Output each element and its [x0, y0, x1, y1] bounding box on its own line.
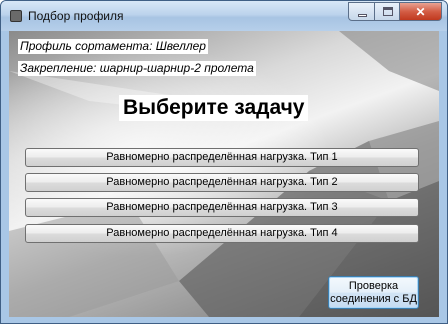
check-db-connection-button[interactable]: Проверка соединения с БД: [328, 276, 419, 309]
task-button-type-4[interactable]: Равномерно распределённая нагрузка. Тип …: [25, 224, 419, 243]
task-button-type-2[interactable]: Равномерно распределённая нагрузка. Тип …: [25, 173, 419, 192]
minimize-button[interactable]: [348, 2, 375, 21]
task-button-type-1[interactable]: Равномерно распределённая нагрузка. Тип …: [25, 148, 419, 167]
close-icon: ✕: [415, 5, 426, 19]
db-button-line-1: Проверка: [348, 280, 399, 292]
client-area: Профиль сортамента: Швеллер Закрепление:…: [9, 31, 439, 317]
title-bar[interactable]: Подбор профиля ✕: [1, 1, 447, 31]
window-title: Подбор профиля: [28, 9, 124, 23]
minimize-icon: [358, 14, 367, 17]
maximize-button[interactable]: [374, 2, 400, 21]
app-icon: [10, 10, 22, 22]
maximize-icon: [383, 7, 393, 16]
db-button-line-2: соединения с БД: [330, 293, 417, 305]
app-window: Подбор профиля ✕ Профиль сортамента: Шве…: [0, 0, 448, 324]
task-button-type-3[interactable]: Равномерно распределённая нагрузка. Тип …: [25, 198, 419, 217]
profile-label: Профиль сортамента: Швеллер: [18, 39, 208, 54]
close-button[interactable]: ✕: [399, 2, 442, 21]
fixing-label: Закрепление: шарнир-шарнир-2 пролета: [18, 61, 256, 76]
page-title: Выберите задачу: [119, 95, 309, 121]
